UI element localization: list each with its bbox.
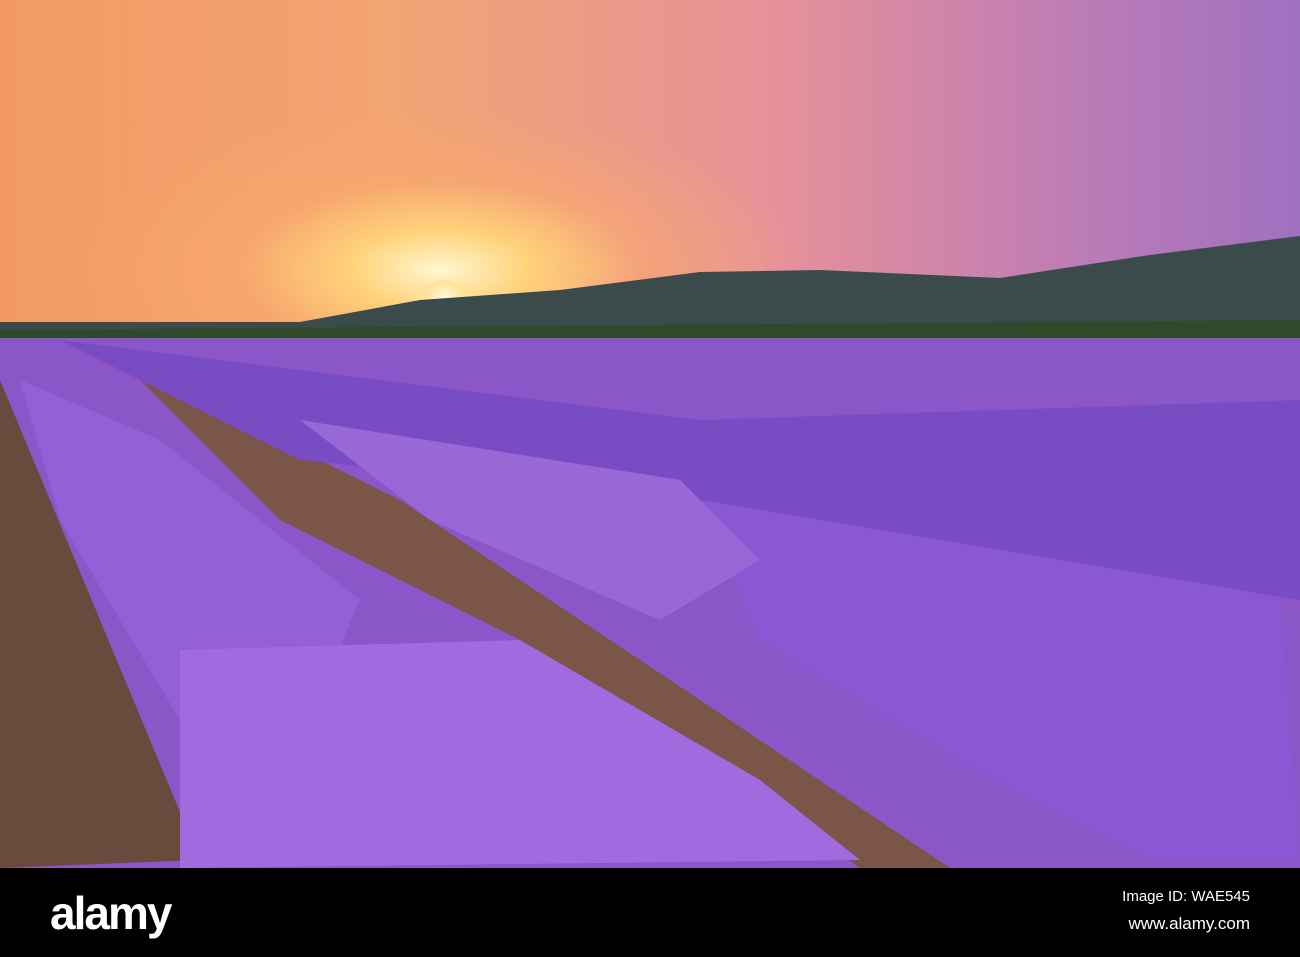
- watermark-footer: alamy Image ID: WAE545 www.alamy.com: [0, 868, 1300, 957]
- alamy-logo: alamy: [50, 887, 172, 939]
- landscape: [0, 236, 1300, 868]
- lavender-field-sunset-photo: [0, 0, 1300, 868]
- image-id-label: Image ID: WAE545: [1122, 888, 1250, 905]
- site-url: www.alamy.com: [1128, 914, 1250, 933]
